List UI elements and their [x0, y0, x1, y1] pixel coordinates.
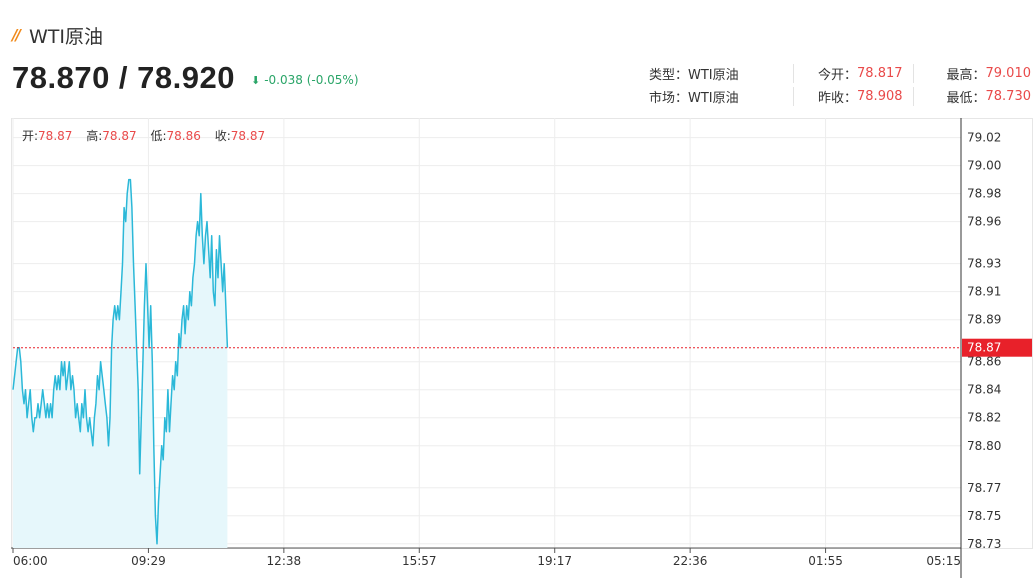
price-row: 78.870 / 78.920 ⬇ -0.038 (-0.05%)	[12, 60, 359, 96]
ohlc-close-value: 78.87	[230, 129, 266, 143]
y-tick-label: 78.89	[967, 313, 1001, 327]
down-arrow-icon: ⬇	[250, 74, 261, 87]
y-tick-label: 79.00	[967, 159, 1001, 173]
x-tick-label: 12:38	[267, 554, 302, 568]
y-tick-label: 78.91	[967, 285, 1001, 299]
x-tick-label: 01:55	[808, 554, 843, 568]
y-tick-label: 78.75	[967, 509, 1001, 523]
y-tick-label: 78.98	[967, 187, 1001, 201]
y-tick-label: 78.86	[967, 355, 1001, 369]
ohlc-open-label: 开:	[22, 129, 39, 143]
current-price-label: 78.87	[967, 341, 1001, 355]
type-cell: 类型： WTI原油	[649, 64, 793, 83]
x-tick-label: 09:29	[131, 554, 166, 568]
brand-slash-icon: //	[12, 26, 21, 44]
ohlc-tooltip: 开:78.87 高:78.87 低:78.86 收:78.87	[22, 127, 265, 144]
prev-close-value: 78.908	[857, 89, 903, 104]
quote-info-row-2: 市场： WTI原油 昨收： 78.908 最低： 78.730	[649, 85, 1031, 108]
ohlc-high-value: 78.87	[102, 129, 137, 143]
price-chart[interactable]: 79.02 79.00 78.98 78.96 78.93 78.91 78.89 78.86…	[11, 118, 1033, 578]
instrument-title: WTI原油	[28, 25, 103, 48]
ohlc-low-label: 低:	[150, 129, 167, 143]
quote-info-panel: 类型： WTI原油 今开： 78.817 最高： 79.010 市场： WTI原油 昨收…	[649, 62, 1031, 108]
y-tick-label: 78.82	[967, 411, 1001, 425]
x-tick-label: 06:00	[13, 554, 48, 568]
price-change: ⬇ -0.038 (-0.05%)	[251, 73, 359, 87]
bid-ask-price: 78.870 / 78.920	[12, 60, 235, 95]
price-area-fill	[13, 179, 228, 548]
ohlc-low-value: 78.86	[166, 129, 201, 143]
y-tick-label: 78.80	[967, 439, 1001, 453]
title-bar: // WTI原油	[12, 22, 103, 48]
x-tick-label: 15:57	[402, 554, 437, 568]
market-label: 市场：	[649, 91, 689, 106]
y-tick-label: 78.84	[967, 383, 1001, 397]
open-cell: 今开： 78.817	[793, 64, 913, 83]
high-cell: 最高： 79.010	[913, 64, 1031, 83]
prev-close-cell: 昨收： 78.908	[793, 87, 913, 106]
price-change-value: -0.038 (-0.05%)	[264, 73, 359, 87]
x-tick-label: 05:15	[926, 554, 961, 568]
market-cell: 市场： WTI原油	[649, 87, 793, 106]
type-value: WTI原油	[688, 68, 739, 83]
y-tick-label: 78.96	[967, 215, 1001, 229]
high-label: 最高：	[946, 68, 986, 83]
open-label: 今开：	[818, 68, 858, 83]
x-tick-label: 22:36	[673, 554, 708, 568]
y-tick-label: 78.93	[967, 257, 1001, 271]
y-tick-label: 78.77	[967, 481, 1001, 495]
prev-close-label: 昨收：	[818, 91, 858, 106]
x-tick-label: 19:17	[537, 554, 572, 568]
ohlc-close-label: 收:	[214, 129, 231, 143]
low-label: 最低：	[946, 91, 986, 106]
open-value: 78.817	[857, 66, 903, 81]
low-cell: 最低： 78.730	[913, 87, 1031, 106]
ohlc-open-value: 78.87	[38, 129, 73, 143]
type-label: 类型：	[649, 68, 689, 83]
y-tick-label: 78.73	[967, 537, 1001, 551]
y-tick-label: 79.02	[967, 131, 1001, 145]
high-value: 79.010	[985, 66, 1032, 81]
market-value: WTI原油	[688, 91, 739, 106]
low-value: 78.730	[985, 89, 1032, 104]
ohlc-high-label: 高:	[86, 129, 103, 143]
quote-info-row-1: 类型： WTI原油 今开： 78.817 最高： 79.010	[649, 62, 1031, 85]
